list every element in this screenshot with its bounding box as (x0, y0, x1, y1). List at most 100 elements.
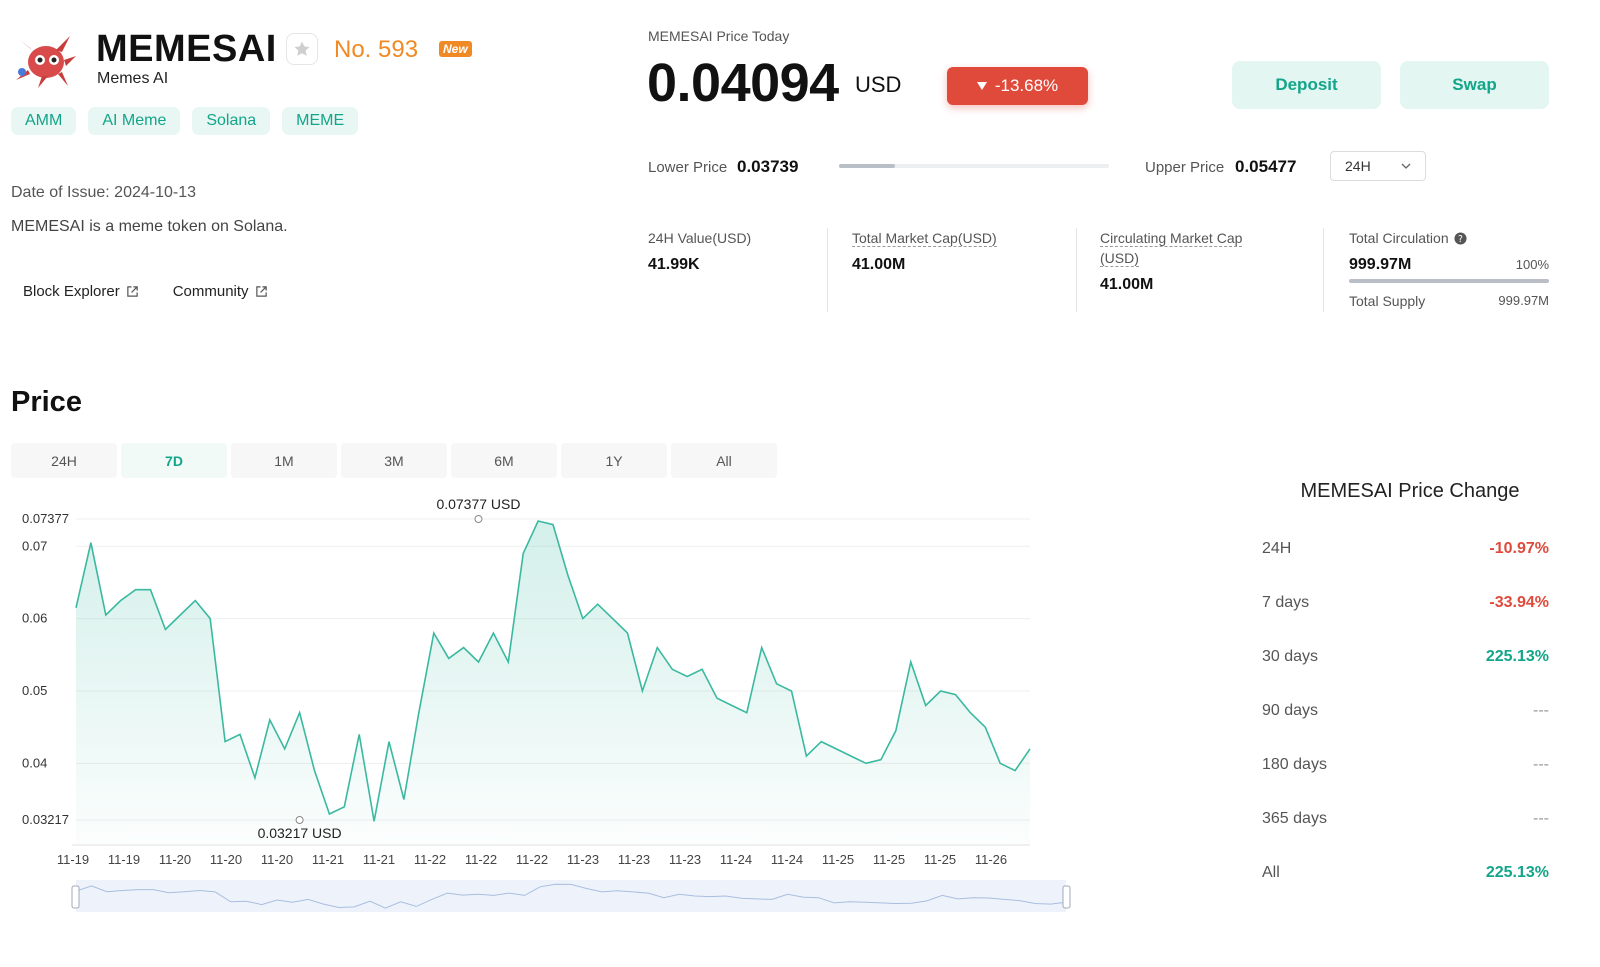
max-point-label: 0.07377 USD (436, 496, 520, 512)
y-tick-label: 0.06 (22, 611, 47, 626)
token-description: MEMESAI is a meme token on Solana. (11, 218, 288, 235)
stat-24h-value-number: 41.99K (648, 256, 700, 273)
stat-total-circulation-pct: 100% (1515, 257, 1549, 272)
price-today-label: MEMESAI Price Today (648, 28, 790, 44)
svg-text:?: ? (1458, 233, 1463, 244)
price-change-row-value: --- (1533, 702, 1549, 719)
price-change-row-label: 7 days (1262, 594, 1310, 611)
price-section-heading: Price (11, 386, 82, 418)
range-tab-all[interactable]: All (671, 443, 777, 478)
x-tick-label: 11-25 (822, 852, 854, 867)
price-change-value: -13.68% (994, 76, 1059, 95)
external-links: Block Explorer Community (23, 283, 268, 300)
x-tick-label: 11-21 (363, 852, 395, 867)
stat-circulating-cap-label-line2[interactable]: (USD) (1100, 250, 1139, 267)
lower-price-label: Lower Price (648, 159, 728, 176)
x-tick-label: 11-20 (210, 852, 242, 867)
price-chart[interactable]: 0.07377 0.07 0.06 0.05 0.04 0.03217 11-19 11-1… (0, 495, 1080, 950)
lower-price-value: 0.03739 (737, 157, 799, 176)
deposit-button[interactable]: Deposit (1232, 61, 1381, 109)
block-explorer-link[interactable]: Block Explorer (23, 283, 139, 300)
x-tick-label: 11-25 (873, 852, 905, 867)
price-unit: USD (855, 72, 902, 97)
price-change-row-label: 180 days (1262, 756, 1327, 773)
stat-circulating-cap-label-line1[interactable]: Circulating Market Cap (1100, 230, 1243, 247)
stat-24h-value-label: 24H Value(USD) (648, 230, 752, 246)
x-tick-label: 11-24 (720, 852, 752, 867)
token-full-name: Memes AI (97, 70, 169, 87)
range-tab-7d[interactable]: 7D (121, 443, 227, 478)
price-change-row: 180 days --- (1262, 756, 1549, 774)
issue-date: Date of Issue: 2024-10-13 (11, 184, 197, 201)
x-tick-label: 11-19 (57, 852, 89, 867)
x-tick-label: 11-23 (669, 852, 701, 867)
y-tick-label: 0.03217 (22, 812, 69, 827)
down-triangle-icon (976, 82, 987, 90)
swap-button[interactable]: Swap (1400, 61, 1549, 109)
x-tick-label: 11-23 (618, 852, 650, 867)
chevron-down-icon (1401, 163, 1411, 169)
x-tick-label: 11-23 (567, 852, 599, 867)
tag-solana[interactable]: Solana (192, 107, 271, 135)
stat-market-cap-number: 41.00M (852, 256, 906, 273)
stat-total-supply: Total Supply 999.97M (1349, 293, 1549, 309)
x-tick-label: 11-26 (975, 852, 1007, 867)
stat-circulating-cap: Circulating Market Cap (USD) 41.00M (1100, 228, 1243, 294)
range-tab-1m[interactable]: 1M (231, 443, 337, 478)
price-change-row-label: All (1262, 864, 1280, 881)
x-tick-label: 11-24 (771, 852, 803, 867)
stat-total-supply-number: 999.97M (1498, 293, 1549, 308)
tag-amm[interactable]: AMM (11, 107, 77, 135)
stat-total-supply-label: Total Supply (1349, 293, 1426, 309)
new-badge: New (439, 41, 472, 57)
tag-ai-meme[interactable]: AI Meme (88, 107, 181, 135)
price-change-row-label: 24H (1262, 540, 1292, 557)
range-tab-24h[interactable]: 24H (11, 443, 117, 478)
price-change-row: All 225.13% (1262, 864, 1549, 882)
favorite-button[interactable] (286, 33, 318, 65)
divider (1323, 228, 1324, 312)
current-price: 0.04094 (647, 53, 839, 113)
navigator-right-handle[interactable] (1062, 885, 1071, 909)
upper-price-label: Upper Price (1145, 159, 1225, 176)
price-change-row: 30 days 225.13% (1262, 648, 1549, 666)
price-change-row-value: --- (1533, 810, 1549, 827)
price-change-row: 24H -10.97% (1262, 540, 1549, 558)
stat-24h-value: 24H Value(USD) 41.99K (648, 228, 751, 274)
help-icon[interactable]: ? (1454, 231, 1467, 245)
tag-list: AMM AI Meme Solana MEME (11, 107, 359, 135)
stat-market-cap-label[interactable]: Total Market Cap(USD) (852, 230, 997, 247)
x-tick-label: 11-22 (465, 852, 497, 867)
stat-total-circulation: Total Circulation ? 999.97M 100% (1349, 228, 1549, 274)
price-change-row-value: --- (1533, 756, 1549, 773)
range-tab-3m[interactable]: 3M (341, 443, 447, 478)
divider (827, 228, 828, 312)
y-tick-label: 0.07 (22, 538, 47, 553)
price-change-row-value: 225.13% (1485, 648, 1549, 665)
y-tick-label: 0.05 (22, 683, 47, 698)
price-change-title: MEMESAI Price Change (1300, 480, 1520, 502)
tag-meme[interactable]: MEME (282, 107, 359, 135)
divider (1076, 228, 1077, 312)
period-select[interactable]: 24H (1330, 151, 1426, 181)
community-link[interactable]: Community (173, 283, 268, 300)
price-change-row-value: -10.97% (1489, 540, 1549, 557)
price-change-badge: -13.68% (947, 67, 1088, 105)
stat-total-circulation-label: Total Circulation (1349, 230, 1449, 246)
price-range-fill (839, 164, 895, 168)
y-tick-label: 0.04 (22, 755, 47, 770)
external-link-icon (126, 286, 138, 297)
min-point-label: 0.03217 USD (258, 825, 342, 841)
stat-market-cap: Total Market Cap(USD) 41.00M (852, 228, 997, 274)
x-tick-label: 11-20 (159, 852, 191, 867)
community-label: Community (172, 283, 249, 300)
price-change-row-label: 365 days (1262, 810, 1327, 827)
block-explorer-label: Block Explorer (23, 283, 120, 300)
price-area (76, 521, 1030, 845)
stat-circulating-cap-number: 41.00M (1100, 276, 1154, 293)
token-symbol: MEMESAI (96, 28, 277, 70)
range-tab-6m[interactable]: 6M (451, 443, 557, 478)
navigator-left-handle[interactable] (71, 885, 80, 909)
price-change-row-label: 30 days (1262, 648, 1319, 665)
range-tab-1y[interactable]: 1Y (561, 443, 667, 478)
